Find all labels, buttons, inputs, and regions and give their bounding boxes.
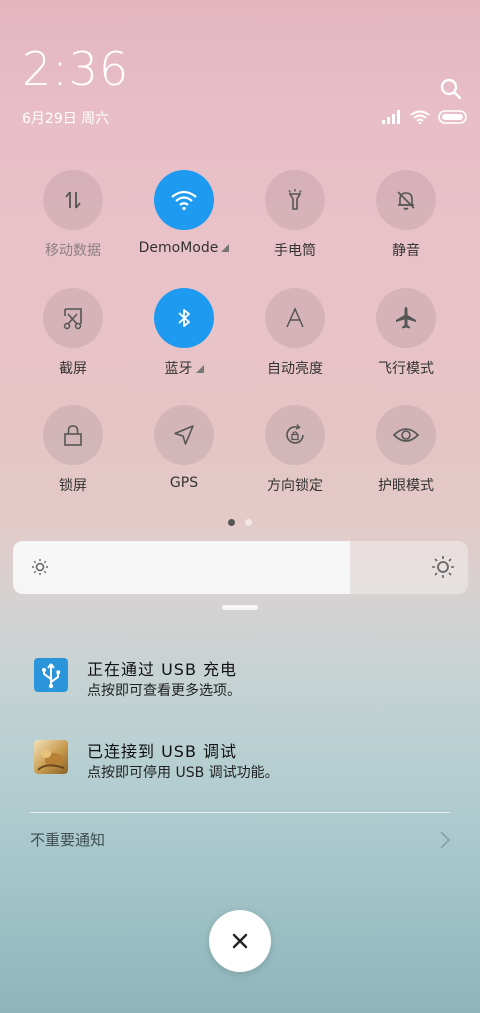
- tile-bluetooth[interactable]: 蓝牙: [129, 288, 239, 378]
- tile-label: 方向锁定: [267, 478, 323, 494]
- rotation-lock-toggle[interactable]: [265, 405, 325, 465]
- wifi-toggle[interactable]: [154, 170, 214, 230]
- rotation-lock-icon: [286, 424, 304, 444]
- tile-lock-screen[interactable]: 锁屏: [18, 405, 128, 495]
- tile-airplane[interactable]: 飞行模式: [351, 288, 461, 378]
- tile-eye-care[interactable]: 护眼模式: [351, 405, 461, 495]
- search-icon: [440, 78, 462, 100]
- brightness-low-icon: [32, 559, 48, 575]
- notification-subtitle: 点按即可停用 USB 调试功能。: [87, 765, 279, 781]
- tile-wifi[interactable]: DemoMode: [129, 170, 239, 256]
- signal-icon: [382, 110, 400, 124]
- notification-title: 已连接到 USB 调试: [87, 742, 238, 761]
- wifi-icon: [171, 190, 197, 211]
- auto-brightness-icon: [286, 307, 304, 328]
- search-button[interactable]: [438, 76, 464, 102]
- bluetooth-icon: [178, 309, 190, 327]
- tile-label: 自动亮度: [267, 361, 323, 377]
- tile-label: GPS: [169, 475, 199, 491]
- brightness-slider[interactable]: [13, 541, 468, 594]
- app-thumbnail-icon: [34, 740, 68, 774]
- tile-flashlight[interactable]: 手电筒: [240, 170, 350, 260]
- tile-auto-brightness[interactable]: 自动亮度: [240, 288, 350, 378]
- page-dot-active: [228, 519, 235, 526]
- eye-icon: [392, 428, 420, 442]
- page-indicator: [228, 519, 252, 526]
- clock: 2:36: [22, 42, 130, 96]
- notification-title: 正在通过 USB 充电: [87, 660, 238, 679]
- airplane-toggle[interactable]: [376, 288, 436, 348]
- tile-label: 手电筒: [274, 243, 316, 259]
- brightness-high-icon: [432, 556, 454, 578]
- flashlight-icon: [288, 189, 302, 210]
- expand-arrow-icon[interactable]: [195, 365, 204, 373]
- mobile-data-icon: [65, 191, 81, 209]
- screenshot-icon: [63, 308, 82, 330]
- tile-label: 静音: [392, 243, 420, 259]
- tile-label: 移动数据: [45, 243, 101, 259]
- gps-toggle[interactable]: [154, 405, 214, 465]
- clear-all-button[interactable]: [209, 910, 271, 972]
- tile-label: 锁屏: [59, 478, 87, 494]
- tile-mobile-data[interactable]: 移动数据: [18, 170, 128, 260]
- screenshot-toggle[interactable]: [43, 288, 103, 348]
- mobile-data-toggle[interactable]: [43, 170, 103, 230]
- close-icon: [232, 933, 248, 949]
- tile-gps[interactable]: GPS: [129, 405, 239, 491]
- wifi-status-icon: [410, 110, 430, 124]
- divider: [30, 812, 450, 813]
- lock-icon: [64, 425, 82, 446]
- tile-label: DemoMode: [129, 240, 239, 256]
- tile-label: 截屏: [59, 361, 87, 377]
- lock-screen-toggle[interactable]: [43, 405, 103, 465]
- bluetooth-toggle[interactable]: [154, 288, 214, 348]
- page-dot: [245, 519, 252, 526]
- status-icons: [382, 108, 468, 126]
- eye-care-toggle[interactable]: [376, 405, 436, 465]
- flashlight-toggle[interactable]: [265, 170, 325, 230]
- tile-screenshot[interactable]: 截屏: [18, 288, 128, 378]
- tile-mute[interactable]: 静音: [351, 170, 461, 260]
- tile-rotation-lock[interactable]: 方向锁定: [240, 405, 350, 495]
- expand-arrow-icon[interactable]: [221, 244, 230, 252]
- drag-handle[interactable]: [222, 605, 258, 610]
- date: 6月29日 周六: [22, 111, 110, 127]
- mute-toggle[interactable]: [376, 170, 436, 230]
- unimportant-notifications-link[interactable]: 不重要通知: [30, 829, 105, 850]
- battery-icon: [438, 110, 467, 124]
- tile-label: 蓝牙: [129, 358, 239, 378]
- tile-label: 护眼模式: [378, 478, 434, 494]
- usb-icon: [34, 658, 68, 692]
- gps-icon: [174, 425, 194, 445]
- notification-subtitle: 点按即可查看更多选项。: [87, 683, 241, 699]
- tile-label: 飞行模式: [378, 361, 434, 377]
- brightness-fill: [13, 541, 350, 594]
- mute-bell-icon: [397, 191, 415, 210]
- auto-brightness-toggle[interactable]: [265, 288, 325, 348]
- airplane-icon: [396, 307, 416, 329]
- chevron-right-icon[interactable]: [438, 830, 452, 850]
